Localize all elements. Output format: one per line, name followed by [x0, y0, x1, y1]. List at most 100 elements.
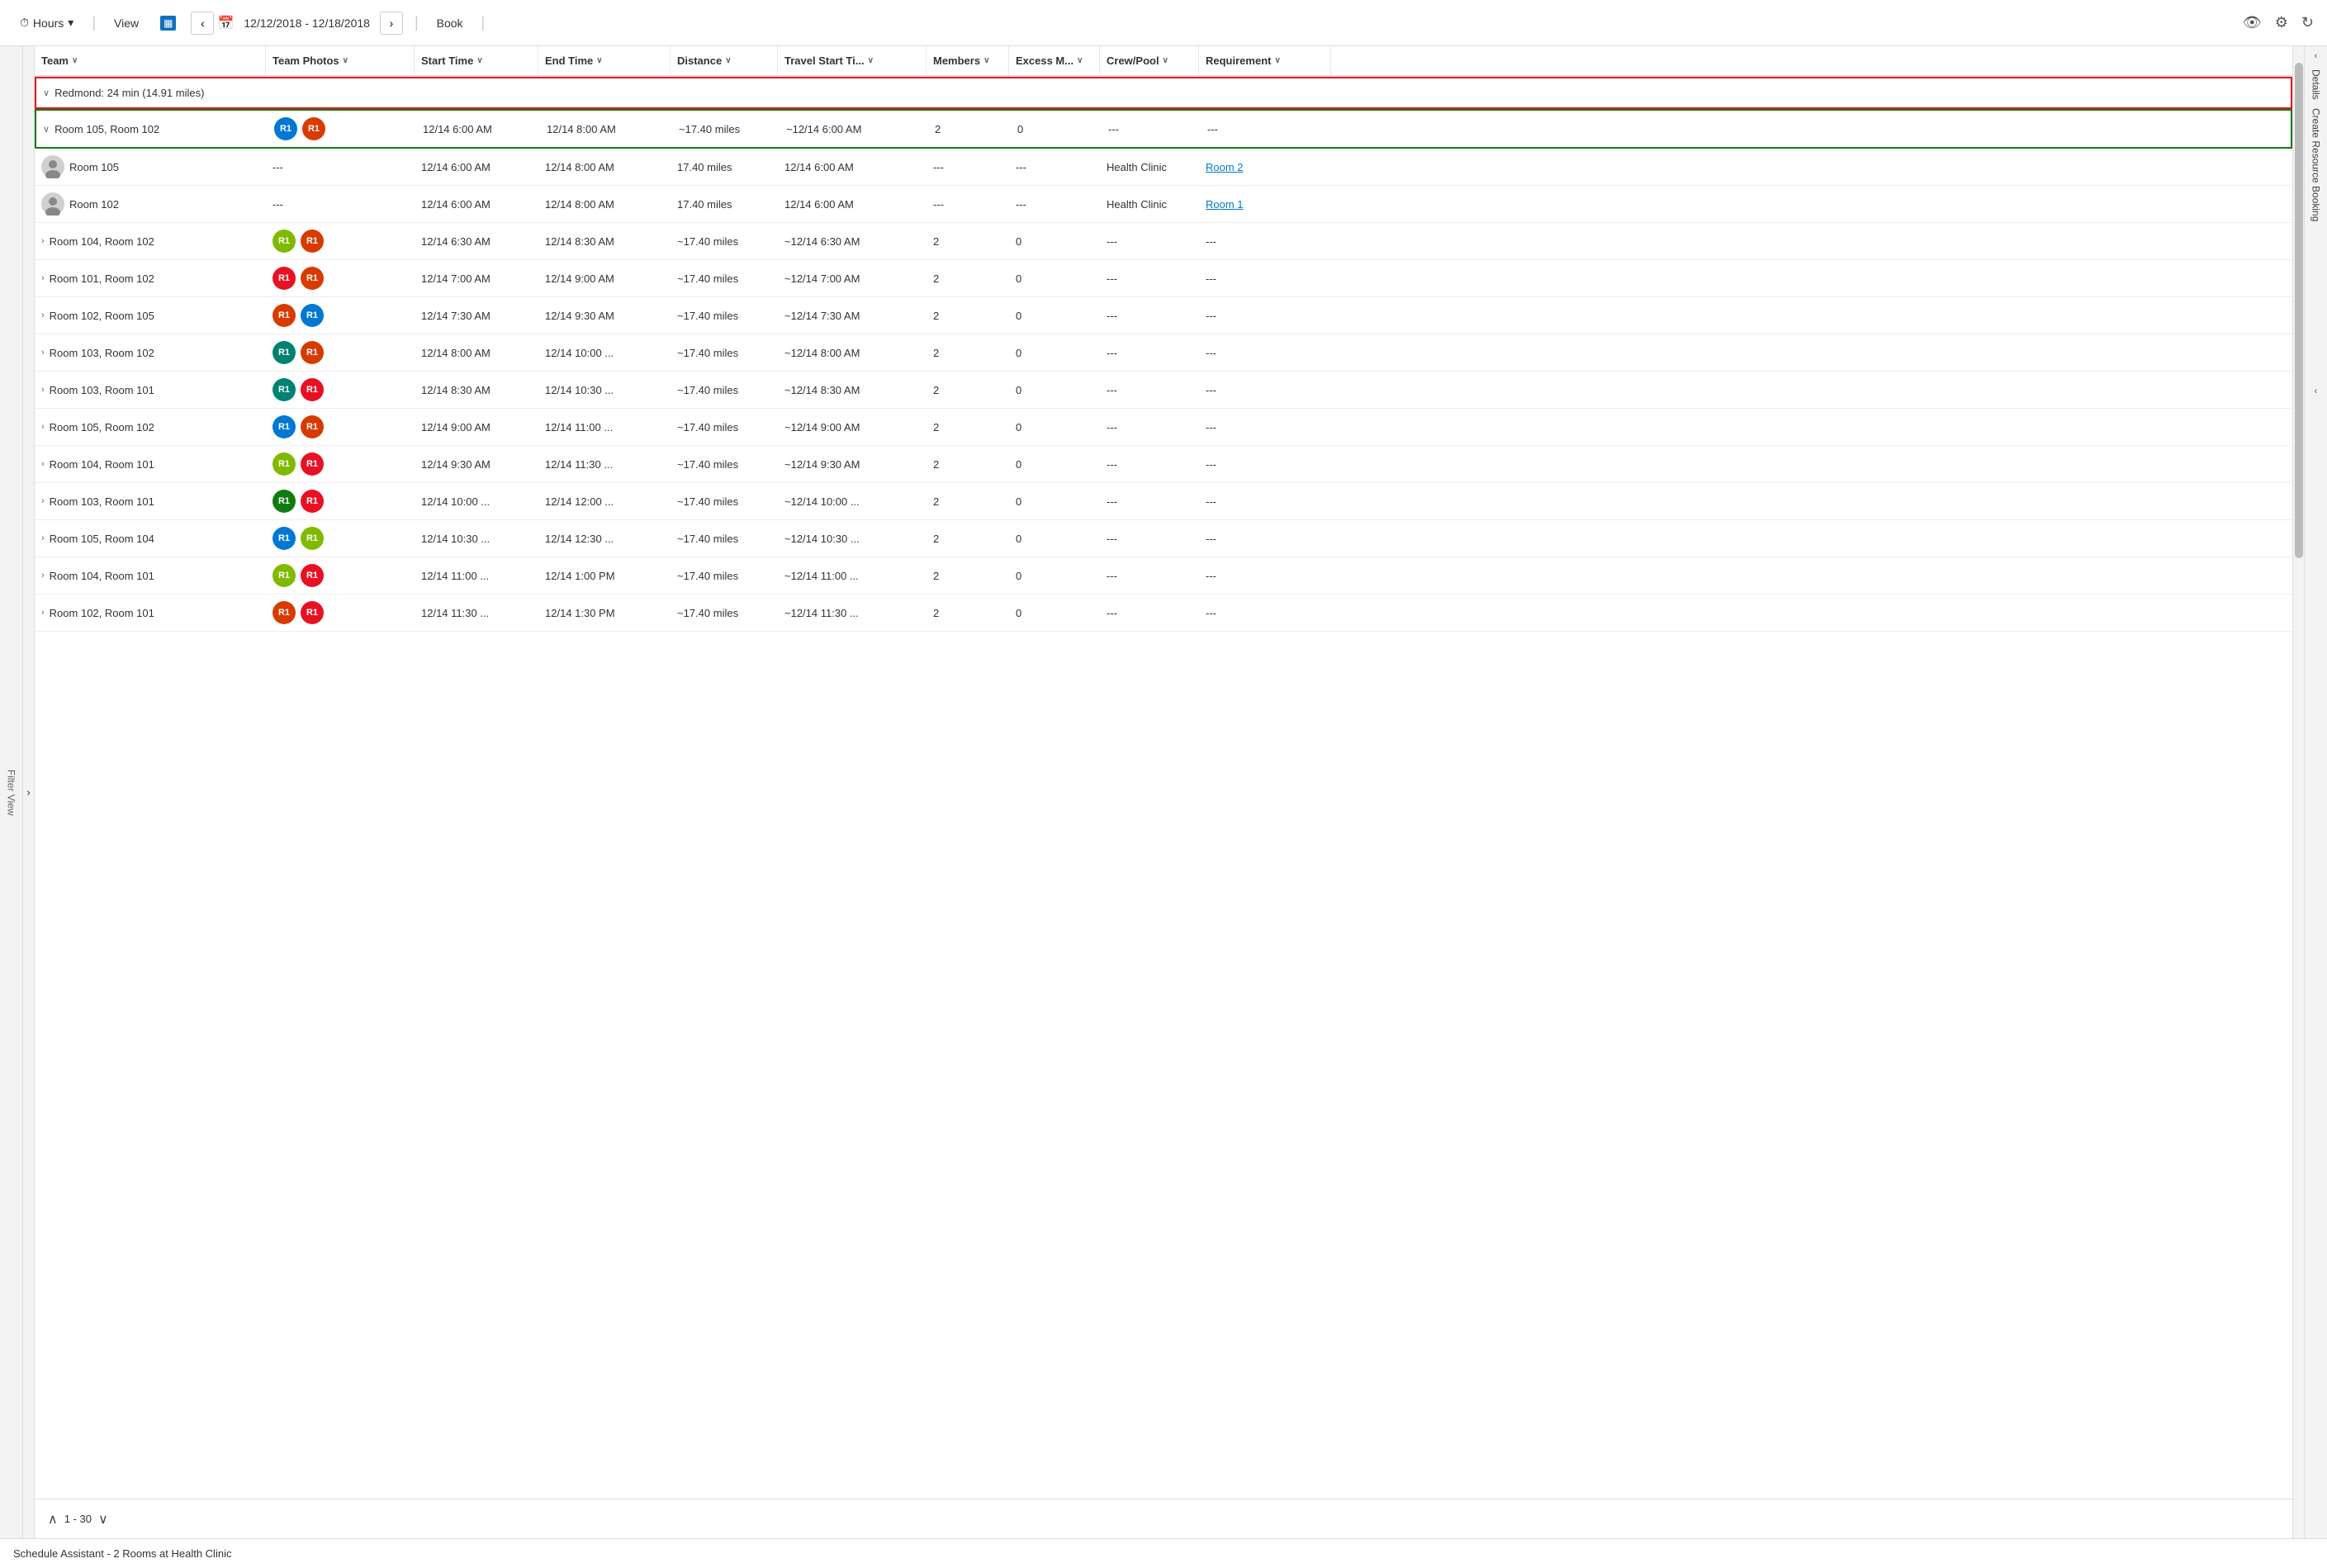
table-row[interactable]: › Room 103, Room 101 R1 R1 12/14 10:00 .… — [35, 483, 2292, 520]
table-row[interactable]: › Room 105, Room 102 R1 R1 12/14 9:00 AM… — [35, 409, 2292, 446]
refresh-icon[interactable]: ↻ — [2301, 14, 2314, 31]
scrollbar[interactable] — [2292, 46, 2304, 1538]
col-excess-m[interactable]: Excess M... ∨ — [1009, 46, 1100, 75]
row2-team: Room 104, Room 102 — [50, 235, 154, 248]
group-cell-photos — [268, 78, 416, 107]
right-panel[interactable]: ‹ Details Create Resource Booking ‹ — [2304, 46, 2327, 1538]
table-row[interactable]: › Room 103, Room 102 R1 R1 12/14 8:00 AM… — [35, 334, 2292, 372]
col-members[interactable]: Members ∨ — [927, 46, 1009, 75]
col-end-time[interactable]: End Time ∨ — [538, 46, 671, 75]
group-chevron-icon: ∨ — [43, 88, 50, 98]
row8-photos-cell: R1 R1 — [266, 446, 415, 482]
col-team-photos[interactable]: Team Photos ∨ — [266, 46, 415, 75]
avatar: R1 — [273, 601, 296, 624]
row6-photos-cell: R1 R1 — [266, 372, 415, 408]
col-team[interactable]: Team ∨ — [35, 46, 266, 75]
right-panel-expand-icon: ‹ — [2315, 386, 2318, 396]
gear-icon[interactable]: ⚙ — [2275, 14, 2288, 31]
view-button[interactable]: View — [107, 13, 145, 33]
col-requirement[interactable]: Requirement ∨ — [1199, 46, 1331, 75]
row11-team-cell: › Room 104, Room 101 — [35, 557, 266, 594]
row7-team: Room 105, Room 102 — [50, 421, 154, 433]
avatar: R1 — [273, 490, 296, 513]
row4-team-cell: › Room 102, Room 105 — [35, 297, 266, 334]
row9-travel: ~12/14 10:00 ... — [778, 483, 927, 519]
table-row[interactable]: › Room 105, Room 104 R1 R1 12/14 10:30 .… — [35, 520, 2292, 557]
book-button[interactable]: Book — [430, 13, 470, 33]
avatar: R1 — [273, 230, 296, 253]
row5-req: --- — [1199, 334, 1331, 371]
table-row[interactable]: Room 105 --- 12/14 6:00 AM 12/14 8:00 AM… — [35, 149, 2292, 186]
group-cell-start — [416, 78, 540, 107]
scrollbar-thumb[interactable] — [2295, 63, 2303, 558]
avatar: R1 — [301, 490, 324, 513]
col-start-time[interactable]: Start Time ∨ — [415, 46, 538, 75]
row6-excess: 0 — [1009, 372, 1100, 408]
row3-team-cell: › Room 101, Room 102 — [35, 260, 266, 296]
hours-button[interactable]: ⏱ Hours ▾ — [13, 12, 80, 33]
row4-start: 12/14 7:30 AM — [415, 297, 538, 334]
row4-dist: ~17.40 miles — [671, 297, 778, 334]
sub1-req: Room 2 — [1199, 149, 1331, 185]
row6-team: Room 103, Room 101 — [50, 384, 154, 396]
row11-excess: 0 — [1009, 557, 1100, 594]
row4-excess: 0 — [1009, 297, 1100, 334]
row8-members: 2 — [927, 446, 1009, 482]
row11-crew: --- — [1100, 557, 1199, 594]
col-crew-label: Crew/Pool — [1107, 54, 1159, 67]
sub1-end: 12/14 8:00 AM — [538, 149, 671, 185]
avatar: R1 — [302, 117, 325, 140]
avatar: R1 — [301, 452, 324, 476]
row10-photos-cell: R1 R1 — [266, 520, 415, 557]
row2-crew: --- — [1100, 223, 1199, 259]
col-crew-pool[interactable]: Crew/Pool ∨ — [1100, 46, 1199, 75]
row2-dist: ~17.40 miles — [671, 223, 778, 259]
sort-team-icon: ∨ — [72, 56, 78, 65]
table-wrapper[interactable]: Team ∨ Team Photos ∨ Start Time ∨ End Ti… — [35, 46, 2292, 1499]
prev-button[interactable]: ‹ — [191, 12, 214, 35]
table-row[interactable]: › Room 104, Room 102 R1 R1 12/14 6:30 AM… — [35, 223, 2292, 260]
col-travel-start-time[interactable]: Travel Start Ti... ∨ — [778, 46, 927, 75]
clock-icon: ⏱ — [20, 16, 29, 30]
row12-start: 12/14 11:30 ... — [415, 595, 538, 631]
sub2-req-link[interactable]: Room 1 — [1206, 198, 1244, 211]
row6-dist: ~17.40 miles — [671, 372, 778, 408]
row10-excess: 0 — [1009, 520, 1100, 557]
row3-members: 2 — [927, 260, 1009, 296]
sub1-req-link[interactable]: Room 2 — [1206, 161, 1244, 173]
person-avatar — [41, 192, 64, 216]
table-row[interactable]: Room 102 --- 12/14 6:00 AM 12/14 8:00 AM… — [35, 186, 2292, 223]
col-members-label: Members — [933, 54, 980, 67]
row12-expand-icon: › — [41, 608, 45, 618]
table-row[interactable]: › Room 103, Room 101 R1 R1 12/14 8:30 AM… — [35, 372, 2292, 409]
separator-2: | — [415, 14, 419, 31]
prev-page-button[interactable]: ∧ — [48, 1511, 58, 1528]
table-row[interactable]: › Room 102, Room 105 R1 R1 12/14 7:30 AM… — [35, 297, 2292, 334]
table-row[interactable]: › Room 104, Room 101 R1 R1 12/14 11:00 .… — [35, 557, 2292, 595]
filter-view-tab[interactable]: Filter View — [0, 46, 23, 1538]
row1-team-cell: ∨ Room 105, Room 102 — [36, 111, 268, 147]
table-row[interactable]: › Room 104, Room 101 R1 R1 12/14 9:30 AM… — [35, 446, 2292, 483]
sub2-team: Room 102 — [69, 198, 119, 211]
toolbar: ⏱ Hours ▾ | View ▦ ‹ 📅 12/12/2018 - 12/1… — [0, 0, 2327, 46]
sub2-crew: Health Clinic — [1100, 186, 1199, 222]
row1-expand-icon: ∨ — [43, 124, 50, 135]
eye-icon[interactable]: 👁 — [2243, 14, 2262, 31]
next-button[interactable]: › — [380, 12, 403, 35]
table-row[interactable]: ∨ Room 105, Room 102 R1 R1 12/14 6:00 AM… — [35, 109, 2292, 149]
next-page-button[interactable]: ∨ — [98, 1511, 108, 1528]
group-row-redmond[interactable]: ∨ Redmond: 24 min (14.91 miles) — [35, 77, 2292, 109]
row12-photos-cell: R1 R1 — [266, 595, 415, 631]
col-distance[interactable]: Distance ∨ — [671, 46, 778, 75]
table-row[interactable]: › Room 102, Room 101 R1 R1 12/14 11:30 .… — [35, 595, 2292, 632]
row10-crew: --- — [1100, 520, 1199, 557]
left-collapse-button[interactable]: › — [23, 46, 35, 1538]
row8-crew: --- — [1100, 446, 1199, 482]
sub2-travel: 12/14 6:00 AM — [778, 186, 927, 222]
grid-view-button[interactable]: ▦ — [154, 12, 182, 34]
table-row[interactable]: › Room 101, Room 102 R1 R1 12/14 7:00 AM… — [35, 260, 2292, 297]
row3-team: Room 101, Room 102 — [50, 272, 154, 285]
row11-dist: ~17.40 miles — [671, 557, 778, 594]
group-cell-dist — [672, 78, 780, 107]
chevron-down-icon: ▾ — [68, 16, 73, 30]
